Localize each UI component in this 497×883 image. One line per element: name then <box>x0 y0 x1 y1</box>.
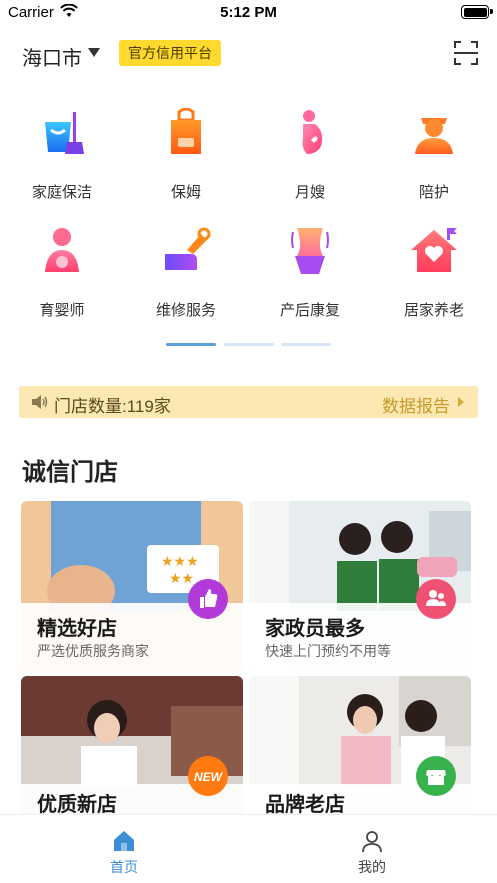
baby-care-icon <box>45 228 79 272</box>
tab-home[interactable]: 首页 <box>44 815 204 883</box>
section-title: 诚信门店 <box>22 459 118 486</box>
caret-down-icon[interactable] <box>88 48 100 57</box>
waist-icon <box>291 228 329 274</box>
data-report-link[interactable]: 数据报告 <box>382 392 450 417</box>
service-escort-care[interactable]: 陪护 <box>372 108 496 208</box>
card-title: 品牌老店 <box>265 794 345 816</box>
service-home-cleaning[interactable]: 家庭保洁 <box>0 108 124 208</box>
page-indicator <box>0 343 497 347</box>
battery-tip <box>490 9 493 14</box>
status-bar: Carrier 5:12 PM <box>0 0 497 26</box>
tab-mine[interactable]: 我的 <box>292 815 452 883</box>
card-subtitle: 严选优质服务商家 <box>37 643 149 659</box>
service-label: 维修服务 <box>155 302 216 319</box>
new-badge-icon: NEW <box>188 756 228 796</box>
store-count-text: 门店数量:119家 <box>54 397 171 416</box>
tab-label: 我的 <box>358 859 386 875</box>
service-nanny[interactable]: 保姆 <box>124 108 248 208</box>
store-count-notice: 门店数量:119家 数据报告 <box>19 386 478 418</box>
card-most-housekeepers[interactable]: 家政员最多 快速上门预约不用等 <box>249 501 471 671</box>
service-label: 育婴师 <box>39 302 85 319</box>
page-dot <box>224 343 274 346</box>
scan-icon[interactable] <box>453 40 479 66</box>
cleaning-bucket-icon <box>45 112 84 154</box>
new-badge-text: NEW <box>194 770 224 784</box>
header: 海口市 官方信用平台 <box>0 36 497 72</box>
house-heart-icon <box>411 228 457 272</box>
service-label: 陪护 <box>418 184 449 201</box>
status-time: 5:12 PM <box>220 4 277 21</box>
page-dot <box>281 343 331 346</box>
people-icon <box>416 579 456 619</box>
service-maternity-nurse[interactable]: 月嫂 <box>248 108 372 208</box>
speaker-icon <box>32 395 48 409</box>
service-label: 月嫂 <box>294 184 325 201</box>
page-dot-active <box>166 343 216 346</box>
tab-bar: 首页 我的 <box>0 815 497 883</box>
service-label: 家庭保洁 <box>31 184 92 201</box>
tab-label: 首页 <box>110 859 138 875</box>
pregnant-woman-icon <box>302 110 323 154</box>
home-icon <box>114 831 134 851</box>
card-title: 优质新店 <box>37 794 117 816</box>
caregiver-icon <box>415 118 453 154</box>
battery-icon <box>461 5 489 19</box>
card-title: 家政员最多 <box>265 618 365 640</box>
wrench-hand-icon <box>165 227 211 270</box>
card-title: 精选好店 <box>37 618 117 640</box>
svg-text:★★★: ★★★ <box>161 553 199 569</box>
thumbs-up-icon <box>188 579 228 619</box>
service-label: 居家养老 <box>403 302 464 319</box>
user-icon <box>362 831 382 853</box>
service-home-elderly-care[interactable]: 居家养老 <box>372 226 496 326</box>
shop-icon <box>416 756 456 796</box>
service-label: 保姆 <box>170 184 201 201</box>
service-label: 产后康复 <box>279 302 340 319</box>
official-credit-badge: 官方信用平台 <box>119 40 221 66</box>
card-subtitle: 快速上门预约不用等 <box>265 643 391 659</box>
chevron-right-icon[interactable] <box>458 397 464 407</box>
city-selector[interactable]: 海口市 <box>22 42 82 71</box>
service-infant-care[interactable]: 育婴师 <box>0 226 124 326</box>
apron-icon <box>171 108 201 154</box>
card-selected-stores[interactable]: ★★★ ★★ 精选好店 严选优质服务商家 <box>21 501 243 671</box>
service-postpartum-recovery[interactable]: 产后康复 <box>248 226 372 326</box>
service-repair[interactable]: 维修服务 <box>124 226 248 326</box>
